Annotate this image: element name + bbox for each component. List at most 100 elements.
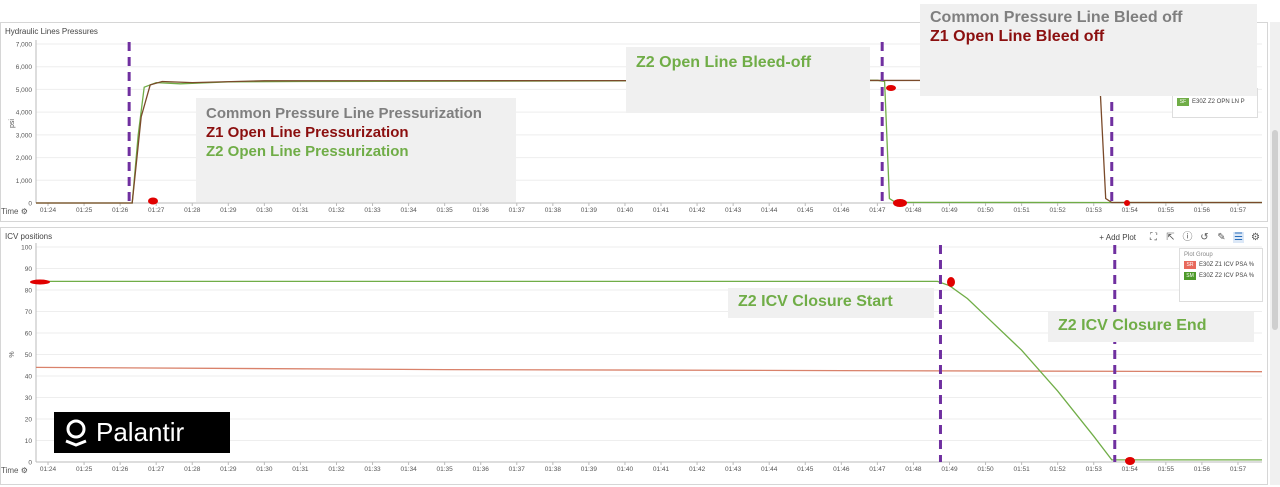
- x-tick-label: 01:24: [40, 466, 57, 473]
- x-tick-label: 01:27: [148, 466, 165, 473]
- x-tick-label: 01:34: [400, 466, 417, 473]
- x-tick-label: 01:42: [689, 207, 706, 214]
- highlight-point: [893, 199, 907, 207]
- x-tick-label: 01:31: [292, 207, 309, 214]
- y-tick-label: 20: [25, 417, 33, 424]
- legend-badge: SR: [1184, 261, 1196, 269]
- x-tick-label: 01:36: [473, 466, 490, 473]
- x-tick-label: 01:28: [184, 207, 201, 214]
- y-tick-label: 80: [25, 288, 33, 295]
- x-tick-label: 01:47: [869, 466, 886, 473]
- x-tick-label: 01:41: [653, 466, 670, 473]
- legend-badge: SF: [1177, 98, 1189, 106]
- x-tick-label: 01:34: [400, 207, 417, 214]
- highlight-point: [148, 197, 158, 205]
- x-tick-label: 01:45: [797, 207, 814, 214]
- legend-badge: SM: [1184, 272, 1196, 280]
- legend-label[interactable]: E30Z Z2 OPN LN P: [1192, 99, 1245, 105]
- x-tick-label: 01:49: [941, 207, 958, 214]
- x-tick-label: 01:52: [1050, 466, 1067, 473]
- x-tick-label: 01:53: [1086, 207, 1103, 214]
- y-tick-label: 4,000: [16, 110, 33, 117]
- y-tick-label: 70: [25, 309, 33, 316]
- x-tick-label: 01:28: [184, 466, 201, 473]
- x-tick-label: 01:33: [364, 466, 381, 473]
- x-tick-label: 01:29: [220, 466, 237, 473]
- x-tick-label: 01:45: [797, 466, 814, 473]
- y-tick-label: 0: [28, 460, 32, 467]
- x-tick-label: 01:38: [545, 207, 562, 214]
- x-tick-label: 01:53: [1086, 466, 1103, 473]
- y-tick-label: 7,000: [16, 42, 33, 49]
- x-tick-label: 01:56: [1194, 207, 1211, 214]
- y-axis-label: %: [9, 351, 16, 357]
- x-tick-label: 01:51: [1013, 466, 1030, 473]
- x-tick-label: 01:43: [725, 207, 742, 214]
- y-tick-label: 2,000: [16, 155, 33, 162]
- x-tick-label: 01:29: [220, 207, 237, 214]
- legend-label[interactable]: E30Z Z1 ICV PSA %: [1199, 262, 1254, 268]
- pressurization-annotation: Common Pressure Line Pressurization Z1 O…: [196, 98, 516, 202]
- legend-label[interactable]: E30Z Z2 ICV PSA %: [1199, 273, 1254, 279]
- x-tick-label: 01:41: [653, 207, 670, 214]
- x-tick-label: 01:26: [112, 466, 129, 473]
- x-tick-label: 01:25: [76, 466, 93, 473]
- x-tick-label: 01:57: [1230, 466, 1247, 473]
- y-tick-label: 90: [25, 266, 33, 273]
- annotation-line: Z1 Open Line Pressurization: [206, 124, 409, 141]
- x-tick-label: 01:37: [509, 207, 526, 214]
- x-tick-label: 01:54: [1122, 466, 1139, 473]
- x-tick-label: 01:36: [473, 207, 490, 214]
- y-tick-label: 3,000: [16, 132, 33, 139]
- icv-legend: Plot Group SR E30Z Z1 ICV PSA % SM E30Z …: [1179, 248, 1263, 302]
- x-tick-label: 01:54: [1122, 207, 1139, 214]
- x-tick-label: 01:27: [148, 207, 165, 214]
- x-tick-label: 01:30: [256, 207, 273, 214]
- y-tick-label: 0: [28, 201, 32, 208]
- y-tick-label: 10: [25, 438, 33, 445]
- y-tick-label: 30: [25, 395, 33, 402]
- x-tick-label: 01:33: [364, 207, 381, 214]
- x-tick-label: 01:24: [40, 207, 57, 214]
- x-tick-label: 01:25: [76, 207, 93, 214]
- annotation-line: Common Pressure Line Pressurization: [206, 105, 482, 122]
- x-tick-label: 01:46: [833, 207, 850, 214]
- x-tick-label: 01:32: [328, 207, 345, 214]
- x-tick-label: 01:39: [581, 207, 598, 214]
- annotation-line: Z1 Open Line Bleed off: [930, 28, 1105, 45]
- legend-group-label: Plot Group: [1184, 252, 1213, 258]
- x-tick-label: 01:47: [869, 207, 886, 214]
- y-tick-label: 5,000: [16, 87, 33, 94]
- annotation-line: Z2 Open Line Pressurization: [206, 143, 409, 160]
- x-tick-label: 01:44: [761, 466, 778, 473]
- x-tick-label: 01:57: [1230, 207, 1247, 214]
- y-tick-label: 40: [25, 374, 33, 381]
- y-tick-label: 50: [25, 352, 33, 359]
- icv-end-annotation: Z2 ICV Closure End: [1048, 312, 1254, 342]
- annotation-line: Common Pressure Line Bleed off: [930, 9, 1183, 26]
- x-tick-label: 01:43: [725, 466, 742, 473]
- y-tick-label: 1,000: [16, 178, 33, 185]
- series-line: [35, 366, 1263, 373]
- x-tick-label: 01:48: [905, 466, 922, 473]
- x-tick-label: 01:50: [977, 466, 994, 473]
- x-tick-label: 01:40: [617, 466, 634, 473]
- highlight-point: [1124, 200, 1130, 206]
- palantir-logo-icon: [65, 419, 87, 447]
- x-tick-label: 01:51: [1013, 207, 1030, 214]
- highlight-point: [947, 277, 955, 287]
- y-axis-label: psi: [9, 119, 16, 128]
- x-tick-label: 01:26: [112, 207, 129, 214]
- y-tick-label: 60: [25, 331, 33, 338]
- highlight-point: [30, 279, 50, 285]
- x-tick-label: 01:35: [437, 207, 454, 214]
- y-tick-label: 6,000: [16, 64, 33, 71]
- x-tick-label: 01:55: [1158, 466, 1175, 473]
- highlight-point: [886, 85, 896, 91]
- x-tick-label: 01:44: [761, 207, 778, 214]
- palantir-logo-text: Palantir: [96, 417, 185, 447]
- x-tick-label: 01:52: [1050, 207, 1067, 214]
- x-tick-label: 01:55: [1158, 207, 1175, 214]
- x-tick-label: 01:42: [689, 466, 706, 473]
- x-tick-label: 01:46: [833, 466, 850, 473]
